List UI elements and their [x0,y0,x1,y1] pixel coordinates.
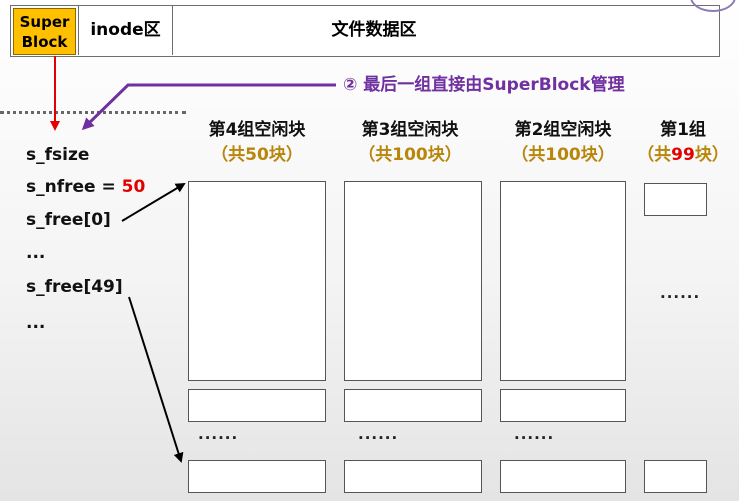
arrows-layer [50,56,336,463]
s-free-49-arrow [128,296,184,463]
s-free-0-arrow [121,182,186,222]
annotation-arrow [81,83,336,131]
